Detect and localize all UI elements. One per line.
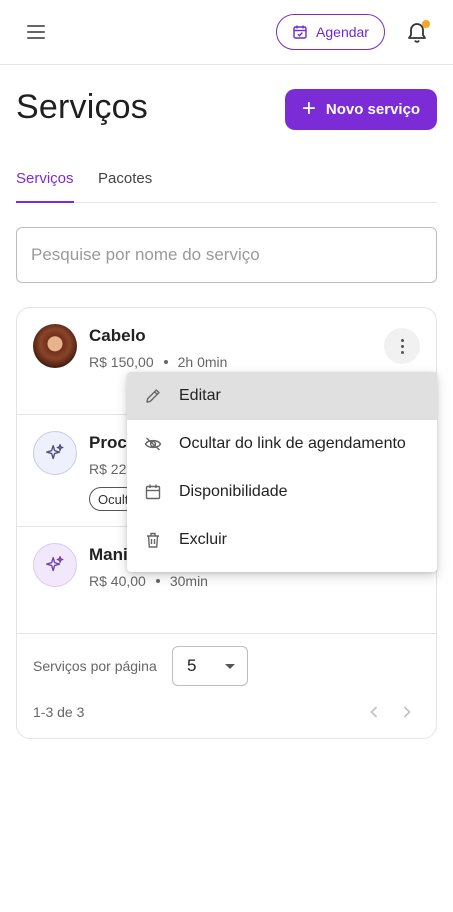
service-price: R$ 40,00: [89, 573, 146, 589]
service-avatar: [33, 324, 77, 368]
pagination-range: 1-3 de 3: [33, 704, 85, 720]
notification-badge: [422, 20, 430, 28]
menu-item-label: Excluir: [179, 531, 228, 548]
chevron-left-icon: [370, 706, 378, 718]
previous-page-button[interactable]: [364, 702, 384, 722]
new-service-label: Novo serviço: [325, 101, 421, 118]
more-options-button[interactable]: [384, 328, 420, 364]
menu-item-disponibilidade[interactable]: Disponibilidade: [127, 468, 437, 516]
page-title: Serviços: [16, 88, 148, 126]
rows-per-page-value: 5: [187, 656, 197, 675]
service-duration: 2h 0min: [177, 354, 228, 370]
service-price: R$ 150,00: [89, 354, 154, 370]
new-service-button[interactable]: + Novo serviço: [285, 89, 437, 130]
rows-per-page-label: Serviços por página: [33, 658, 157, 674]
sparkles-icon: [33, 543, 77, 587]
menu-item-label: Editar: [179, 387, 221, 404]
menu-item-label: Ocultar do link de agendamento: [179, 435, 406, 452]
menu-item-editar[interactable]: Editar: [127, 372, 437, 420]
agendar-button[interactable]: Agendar: [276, 14, 385, 50]
rows-per-page-select[interactable]: 5: [172, 646, 248, 686]
top-bar: Agendar: [0, 0, 453, 65]
tab-pacotes[interactable]: Pacotes: [98, 170, 152, 202]
chevron-right-icon: [403, 706, 411, 718]
trash-icon: [143, 530, 163, 550]
search-input[interactable]: [16, 227, 437, 283]
service-options-menu: Editar Ocultar do link de agendamento Di…: [127, 372, 437, 572]
service-name: Cabelo: [89, 326, 146, 345]
menu-item-excluir[interactable]: Excluir: [127, 516, 437, 564]
separator-dot: [163, 360, 168, 364]
service-meta: R$ 22: [89, 461, 126, 477]
menu-item-label: Disponibilidade: [179, 483, 288, 500]
service-duration: 30min: [169, 573, 208, 589]
pencil-icon: [143, 386, 163, 406]
calendar-icon: [143, 482, 163, 502]
separator-dot: [155, 579, 160, 583]
service-name: Mani: [89, 545, 128, 564]
caret-down-icon: [225, 664, 235, 669]
notifications-button[interactable]: [404, 19, 430, 45]
plus-icon: +: [301, 94, 316, 122]
service-price: R$ 22: [89, 461, 127, 477]
sparkles-icon: [33, 431, 77, 475]
tab-bar: Serviços Pacotes: [16, 170, 437, 203]
service-meta: R$ 150,00 2h 0min: [89, 354, 227, 370]
service-meta: R$ 40,00 30min: [89, 573, 208, 589]
next-page-button[interactable]: [397, 702, 417, 722]
eye-off-icon: [143, 434, 163, 454]
tab-servicos[interactable]: Serviços: [16, 170, 74, 203]
menu-item-ocultar[interactable]: Ocultar do link de agendamento: [127, 420, 437, 468]
calendar-icon: [293, 25, 307, 39]
agendar-label: Agendar: [316, 24, 369, 40]
hamburger-icon[interactable]: [24, 22, 48, 42]
